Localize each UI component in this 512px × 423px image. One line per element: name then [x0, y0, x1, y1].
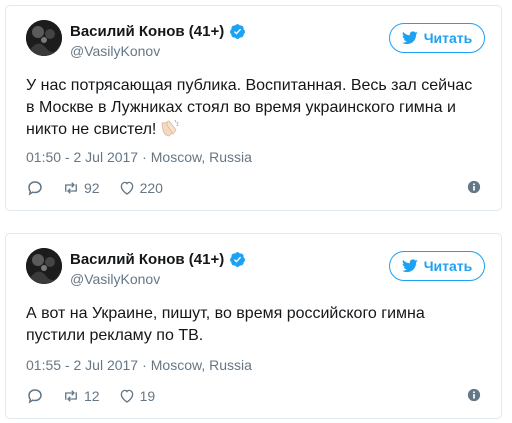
handle[interactable]: @VasilyKonov: [70, 271, 160, 287]
tweet-card: Василий Конов (41+) @VasilyKonov Читать …: [5, 5, 502, 211]
avatar[interactable]: [26, 248, 62, 284]
follow-button[interactable]: Читать: [389, 251, 485, 281]
author-line: Василий Конов (41+): [70, 251, 246, 268]
tweet-meta: 01:50 - 2 Jul 2017 · Moscow, Russia: [26, 149, 252, 165]
retweet-count: 92: [84, 180, 100, 196]
follow-button[interactable]: Читать: [389, 23, 485, 53]
heart-icon: [120, 389, 133, 403]
handle[interactable]: @VasilyKonov: [70, 43, 160, 59]
tweet-actions: 92 220: [26, 178, 481, 198]
reply-button[interactable]: [26, 179, 44, 197]
like-count: 19: [139, 388, 156, 404]
meta-separator: ·: [142, 357, 147, 373]
verified-badge-icon: [230, 252, 246, 267]
tweet-text-content: А вот на Украине, пишут, во время россий…: [26, 305, 425, 344]
avatar[interactable]: [26, 20, 62, 56]
twitter-bird-icon: [401, 259, 418, 273]
retweet-icon: [65, 390, 77, 402]
timestamp[interactable]: 01:55 - 2 Jul 2017: [26, 357, 138, 373]
twitter-bird-icon: [401, 31, 418, 45]
retweet-button[interactable]: 92: [62, 179, 100, 197]
retweet-button[interactable]: 12: [62, 387, 100, 405]
clapping-hands-emoji-icon: [160, 119, 180, 144]
verified-badge-icon: [230, 24, 246, 39]
reply-icon: [28, 389, 42, 404]
timestamp[interactable]: 01:50 - 2 Jul 2017: [26, 149, 138, 165]
location[interactable]: Moscow, Russia: [151, 149, 252, 165]
reply-button[interactable]: [26, 387, 44, 405]
retweet-count: 12: [84, 388, 100, 404]
reply-icon: [28, 181, 42, 196]
location[interactable]: Moscow, Russia: [151, 357, 252, 373]
tweet-meta: 01:55 - 2 Jul 2017 · Moscow, Russia: [26, 357, 252, 373]
meta-separator: ·: [142, 149, 147, 165]
avatar-image: [26, 248, 62, 284]
tweet-text-content: У нас потрясающая публика. Воспитанная. …: [26, 77, 473, 138]
follow-button-label: Читать: [423, 30, 473, 46]
display-name[interactable]: Василий Конов (41+): [70, 251, 224, 268]
follow-button-label: Читать: [423, 258, 473, 274]
info-icon[interactable]: [467, 180, 481, 194]
like-button[interactable]: 19: [118, 387, 156, 405]
tweet-card: Василий Конов (41+) @VasilyKonov Читать …: [5, 233, 502, 419]
avatar-image: [26, 20, 62, 56]
like-count: 220: [139, 180, 163, 196]
tweet-actions: 12 19: [26, 386, 481, 406]
info-icon[interactable]: [467, 388, 481, 402]
heart-icon: [120, 181, 133, 195]
author-line: Василий Конов (41+): [70, 23, 246, 40]
like-button[interactable]: 220: [118, 179, 163, 197]
retweet-icon: [65, 182, 77, 194]
tweet-text: А вот на Украине, пишут, во время россий…: [26, 303, 481, 347]
tweet-text: У нас потрясающая публика. Воспитанная. …: [26, 75, 481, 144]
display-name[interactable]: Василий Конов (41+): [70, 23, 224, 40]
